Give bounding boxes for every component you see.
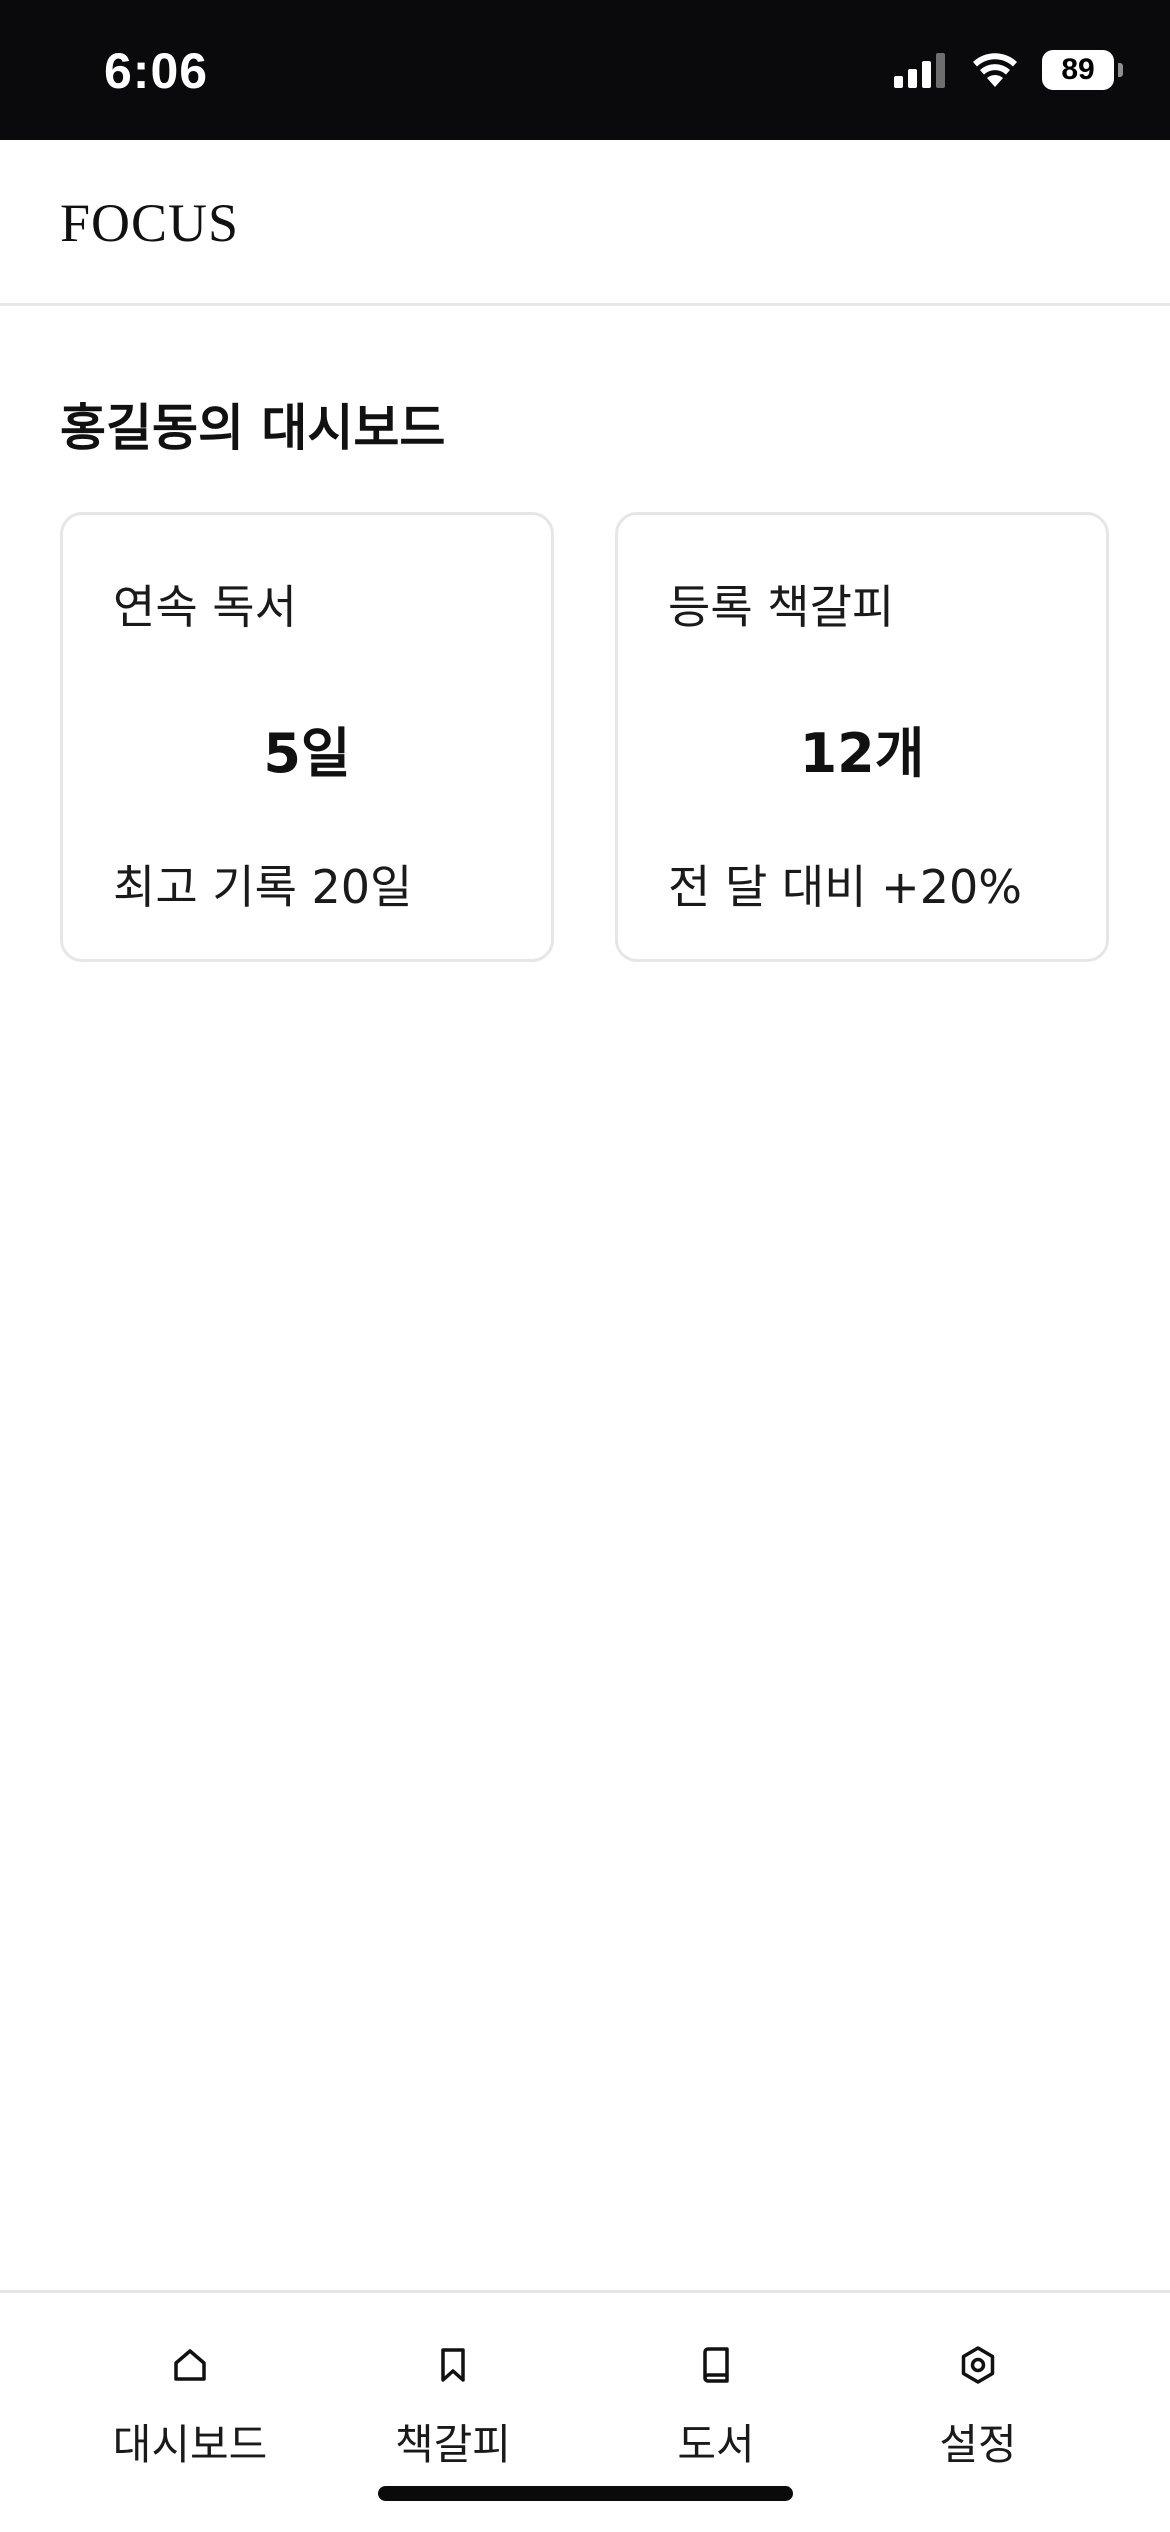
- tab-label: 설정: [939, 2420, 1017, 2469]
- card-value: 5일: [263, 722, 351, 785]
- card-label: 등록 책갈피: [668, 580, 895, 634]
- status-bar: 6:06 89: [0, 0, 1170, 140]
- tab-dashboard[interactable]: 대시보드: [70, 2341, 310, 2491]
- cellular-signal-icon: [894, 53, 945, 88]
- status-time: 6:06: [104, 43, 209, 99]
- battery-level: 89: [1061, 53, 1095, 86]
- home-indicator[interactable]: [378, 2486, 793, 2501]
- page-title: 홍길동의 대시보드: [60, 399, 446, 457]
- settings-icon: [961, 2346, 995, 2384]
- wifi-icon: [973, 53, 1017, 87]
- tab-label: 도서: [677, 2420, 755, 2469]
- tab-books[interactable]: 도서: [596, 2341, 836, 2491]
- bookmark-icon: [441, 2348, 465, 2382]
- streak-card[interactable]: 연속 독서 5일 최고 기록 20일: [60, 512, 554, 962]
- app-header: FOCUS: [0, 140, 1170, 306]
- status-icons: 89: [894, 50, 1123, 90]
- tab-settings[interactable]: 설정: [858, 2341, 1098, 2491]
- card-subtext: 전 달 대비 +20%: [668, 860, 1022, 914]
- tab-bookmarks[interactable]: 책갈피: [333, 2341, 573, 2491]
- card-label: 연속 독서: [113, 580, 297, 634]
- card-value: 12개: [799, 722, 925, 785]
- home-icon: [174, 2349, 206, 2381]
- battery-nub: [1118, 63, 1123, 77]
- book-icon: [703, 2347, 729, 2383]
- tab-label: 대시보드: [112, 2420, 268, 2469]
- app-logo[interactable]: FOCUS: [60, 192, 239, 254]
- battery-icon: 89: [1042, 50, 1123, 90]
- bookmarks-card[interactable]: 등록 책갈피 12개 전 달 대비 +20%: [615, 512, 1109, 962]
- tab-label: 책갈피: [395, 2420, 511, 2469]
- card-subtext: 최고 기록 20일: [113, 860, 413, 914]
